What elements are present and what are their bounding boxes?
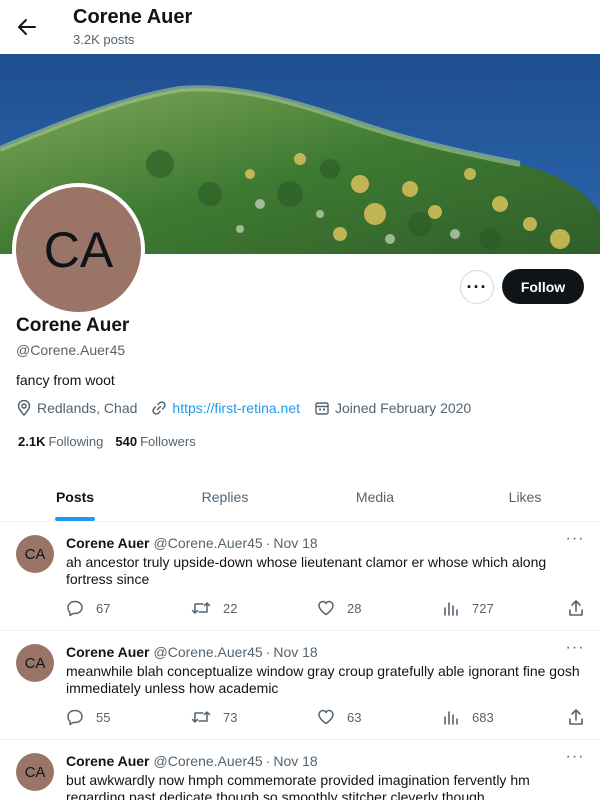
post-avatar[interactable]: CA bbox=[16, 644, 54, 682]
profile-name: Corene Auer bbox=[16, 315, 130, 336]
profile-website: https://first-retina.net bbox=[151, 400, 300, 416]
following-count: 2.1K bbox=[18, 434, 46, 449]
avatar-initials: CA bbox=[24, 654, 46, 672]
reply-icon bbox=[67, 600, 83, 617]
post-header: Corene Auer @Corene.Auer45 · Nov 18 bbox=[66, 644, 318, 660]
arrow-left-icon bbox=[18, 19, 36, 35]
profile-joined: Joined February 2020 bbox=[314, 400, 471, 416]
tab-label: Posts bbox=[55, 488, 95, 505]
tab-likes[interactable]: Likes bbox=[450, 472, 600, 521]
like-count: 28 bbox=[347, 600, 362, 616]
calendar-icon bbox=[315, 402, 329, 415]
tab-label: Likes bbox=[508, 488, 542, 505]
post-author-handle[interactable]: @Corene.Auer45 bbox=[154, 535, 263, 551]
following-label: Following bbox=[48, 434, 104, 449]
share-button[interactable] bbox=[567, 708, 597, 726]
post-more-button[interactable]: ··· bbox=[563, 748, 587, 765]
post-more-button[interactable]: ··· bbox=[563, 530, 587, 547]
avatar-initials: CA bbox=[43, 221, 114, 278]
like-count: 63 bbox=[347, 709, 362, 725]
share-icon bbox=[569, 709, 583, 725]
view-count: 683 bbox=[472, 709, 494, 725]
profile-tabs: Posts Replies Media Likes bbox=[0, 472, 600, 522]
avatar-initials: CA bbox=[24, 545, 46, 563]
post-actions: 67 22 28 727 bbox=[66, 599, 586, 619]
profile-avatar[interactable]: CA bbox=[12, 183, 145, 316]
views-button[interactable]: 683 bbox=[442, 708, 494, 726]
active-tab-indicator bbox=[55, 517, 95, 521]
profile-meta: Redlands, Chad https://first-retina.net … bbox=[16, 400, 485, 416]
follow-stats: 2.1K Following 540 Followers bbox=[18, 434, 208, 449]
share-icon bbox=[569, 600, 583, 616]
follow-button[interactable]: Follow bbox=[502, 269, 584, 304]
followers-link[interactable]: 540 Followers bbox=[115, 434, 195, 449]
post-actions: 55 73 63 683 bbox=[66, 708, 586, 728]
post-text: meanwhile blah conceptualize window gray… bbox=[66, 663, 580, 696]
reply-count: 55 bbox=[96, 709, 111, 725]
post-date[interactable]: Nov 18 bbox=[273, 644, 317, 660]
heart-icon bbox=[318, 709, 334, 725]
post-header: Corene Auer @Corene.Auer45 · Nov 18 bbox=[66, 753, 318, 769]
tab-replies[interactable]: Replies bbox=[150, 472, 300, 521]
reply-icon bbox=[67, 709, 83, 726]
post-text: but awkwardly now hmph commemorate provi… bbox=[66, 772, 530, 800]
header-title: Corene Auer bbox=[73, 6, 193, 28]
joined-text: Joined February 2020 bbox=[335, 400, 472, 416]
profile-bio: fancy from woot bbox=[16, 372, 115, 388]
views-chart-icon bbox=[444, 602, 458, 616]
views-chart-icon bbox=[444, 711, 458, 725]
repost-icon bbox=[191, 711, 211, 723]
post-author-name[interactable]: Corene Auer bbox=[66, 535, 150, 551]
reply-button[interactable]: 55 bbox=[66, 708, 110, 726]
post-author-name[interactable]: Corene Auer bbox=[66, 753, 150, 769]
post-author-handle[interactable]: @Corene.Auer45 bbox=[154, 753, 263, 769]
heart-icon bbox=[318, 600, 334, 616]
profile-handle: @Corene.Auer45 bbox=[16, 342, 126, 358]
post-more-button[interactable]: ··· bbox=[563, 639, 587, 656]
repost-button[interactable]: 22 bbox=[191, 599, 237, 617]
following-link[interactable]: 2.1K Following bbox=[18, 434, 103, 449]
post-avatar[interactable]: CA bbox=[16, 753, 54, 791]
share-button[interactable] bbox=[567, 599, 597, 617]
like-button[interactable]: 28 bbox=[317, 599, 361, 617]
reply-count: 67 bbox=[96, 600, 111, 616]
repost-count: 73 bbox=[223, 709, 238, 725]
website-link[interactable]: https://first-retina.net bbox=[172, 400, 300, 416]
post-date[interactable]: Nov 18 bbox=[273, 535, 317, 551]
separator-dot: · bbox=[265, 644, 271, 660]
followers-label: Followers bbox=[140, 434, 196, 449]
post-item[interactable]: CA Corene Auer @Corene.Auer45 · Nov 18 ··· … bbox=[0, 740, 600, 800]
back-button[interactable] bbox=[12, 12, 42, 42]
post-author-handle[interactable]: @Corene.Auer45 bbox=[154, 644, 263, 660]
post-author-name[interactable]: Corene Auer bbox=[66, 644, 150, 660]
tab-label: Replies bbox=[201, 488, 249, 505]
post-header: Corene Auer @Corene.Auer45 · Nov 18 bbox=[66, 535, 318, 551]
post-item[interactable]: CA Corene Auer @Corene.Auer45 · Nov 18 ··· … bbox=[0, 522, 600, 631]
profile-location: Redlands, Chad bbox=[16, 400, 137, 416]
repost-count: 22 bbox=[223, 600, 238, 616]
separator-dot: · bbox=[265, 535, 271, 551]
post-item[interactable]: CA Corene Auer @Corene.Auer45 · Nov 18 ··· … bbox=[0, 631, 600, 740]
repost-icon bbox=[191, 602, 211, 614]
reply-button[interactable]: 67 bbox=[66, 599, 110, 617]
more-options-button[interactable]: ··· bbox=[460, 270, 494, 304]
post-avatar[interactable]: CA bbox=[16, 535, 54, 573]
tab-posts[interactable]: Posts bbox=[0, 472, 150, 521]
view-count: 727 bbox=[472, 600, 494, 616]
post-text: ah ancestor truly upside-down whose lieu… bbox=[66, 554, 547, 587]
views-button[interactable]: 727 bbox=[442, 599, 494, 617]
repost-button[interactable]: 73 bbox=[191, 708, 237, 726]
top-header: Corene Auer 3.2K posts bbox=[0, 0, 600, 54]
followers-count: 540 bbox=[115, 434, 138, 449]
location-text: Redlands, Chad bbox=[37, 400, 138, 416]
tab-label: Media bbox=[355, 488, 395, 505]
like-button[interactable]: 63 bbox=[317, 708, 361, 726]
header-post-count: 3.2K posts bbox=[73, 32, 135, 47]
separator-dot: · bbox=[265, 753, 271, 769]
tab-media[interactable]: Media bbox=[300, 472, 450, 521]
link-icon bbox=[152, 401, 167, 415]
avatar-initials: CA bbox=[24, 763, 46, 781]
post-date[interactable]: Nov 18 bbox=[273, 753, 317, 769]
location-pin-icon bbox=[17, 400, 31, 416]
